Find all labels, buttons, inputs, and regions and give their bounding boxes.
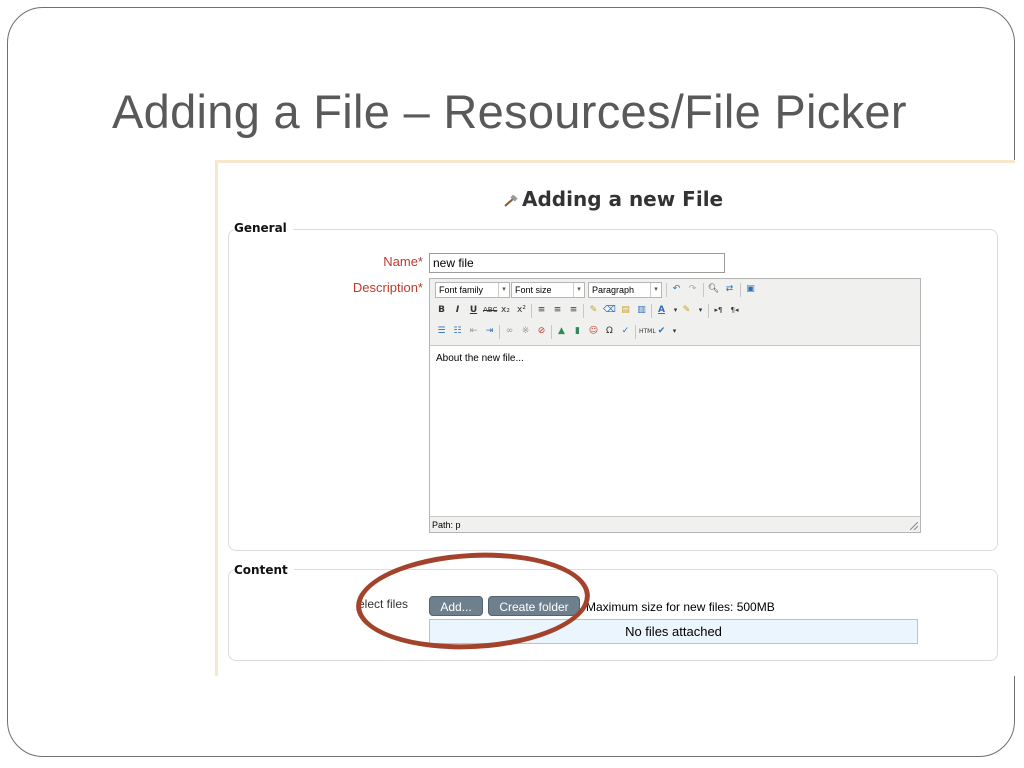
superscript-icon[interactable]: x² — [515, 304, 528, 317]
text-color-icon[interactable]: A — [655, 304, 668, 317]
replace-icon[interactable]: ⇄ — [723, 283, 736, 296]
name-input[interactable] — [429, 253, 725, 273]
toolbar-separator — [708, 304, 709, 318]
content-legend: Content — [234, 563, 294, 577]
strikethrough-icon[interactable]: ABC — [483, 304, 497, 317]
chevron-down-icon[interactable]: ▾ — [668, 325, 681, 338]
link-icon[interactable]: ∞ — [503, 325, 516, 338]
eraser-icon[interactable]: ⌫ — [603, 304, 616, 317]
toolbar-separator — [666, 283, 667, 297]
name-label: Name* — [383, 254, 423, 269]
media-icon[interactable]: ▮ — [571, 325, 584, 338]
page-heading-text: Adding a new File — [522, 187, 724, 211]
editor-toolbar: Font family ▾ Font size ▾ Paragraph ▾ ↶ ↷ 🔍… — [430, 279, 920, 346]
fullscreen-icon[interactable]: ▣ — [744, 283, 757, 296]
toolbar-separator — [499, 325, 500, 339]
align-right-icon[interactable]: ≡ — [567, 304, 580, 317]
nolink-icon[interactable]: ⊘ — [535, 325, 548, 338]
chevron-down-icon[interactable]: ▾ — [694, 304, 707, 317]
paste-text-icon[interactable]: ▤ — [619, 304, 632, 317]
font-family-select[interactable]: Font family ▾ — [435, 282, 510, 298]
page-heading: Adding a new File — [502, 187, 723, 211]
html-source-icon[interactable]: HTML — [639, 325, 656, 338]
moodle-screenshot: Adding a new File General Name* Descript… — [215, 160, 1015, 676]
rtl-icon[interactable]: ¶◂ — [728, 304, 741, 317]
indent-icon[interactable]: ⇥ — [483, 325, 496, 338]
spell-check-icon[interactable]: ✔ — [655, 325, 668, 338]
subscript-icon[interactable]: x₂ — [499, 304, 512, 317]
unlink-icon[interactable]: ※ — [519, 325, 532, 338]
paste-word-icon[interactable]: ▥ — [635, 304, 648, 317]
bold-icon[interactable]: B — [435, 304, 448, 317]
align-left-icon[interactable]: ≡ — [535, 304, 548, 317]
numbered-list-icon[interactable]: ☷ — [451, 325, 464, 338]
description-label: Description* — [352, 280, 423, 295]
special-char-icon[interactable]: Ω — [603, 325, 616, 338]
toolbar-separator — [531, 304, 532, 318]
image-icon[interactable]: ▲ — [555, 325, 568, 338]
max-size-text: Maximum size for new files: 500MB — [586, 600, 775, 614]
font-size-select[interactable]: Font size ▾ — [511, 282, 585, 298]
find-icon[interactable]: 🔍︎ — [707, 283, 720, 296]
toolbar-separator — [583, 304, 584, 318]
cleanup-icon[interactable]: ✎ — [587, 304, 600, 317]
editor-statusbar: Path: p — [430, 516, 920, 532]
toolbar-separator — [651, 304, 652, 318]
underline-icon[interactable]: U — [467, 304, 480, 317]
description-editor[interactable]: Font family ▾ Font size ▾ Paragraph ▾ ↶ ↷ 🔍… — [429, 278, 921, 533]
editor-path: Path: p — [432, 520, 461, 530]
general-legend: General — [234, 221, 293, 235]
redo-icon[interactable]: ↷ — [686, 283, 699, 296]
italic-icon[interactable]: I — [451, 304, 464, 317]
align-center-icon[interactable]: ≡ — [551, 304, 564, 317]
spellcheck-icon[interactable]: ✓ — [619, 325, 632, 338]
slide-title: Adding a File – Resources/File Picker — [112, 85, 907, 138]
toolbar-separator — [740, 283, 741, 297]
toolbar-separator — [703, 283, 704, 297]
emoticon-icon[interactable]: ☺ — [587, 325, 600, 338]
bullet-list-icon[interactable]: ☰ — [435, 325, 448, 338]
outdent-icon[interactable]: ⇤ — [467, 325, 480, 338]
hammer-icon — [504, 194, 518, 207]
content-fieldset — [228, 569, 998, 661]
ltr-icon[interactable]: ▸¶ — [712, 304, 725, 317]
highlight-color-icon[interactable]: ✎ — [680, 304, 693, 317]
editor-content[interactable]: About the new file... — [436, 353, 524, 364]
paragraph-select[interactable]: Paragraph ▾ — [588, 282, 662, 298]
undo-icon[interactable]: ↶ — [670, 283, 683, 296]
toolbar-separator — [551, 325, 552, 339]
resize-grip-icon[interactable] — [910, 522, 918, 530]
toolbar-separator — [635, 325, 636, 339]
